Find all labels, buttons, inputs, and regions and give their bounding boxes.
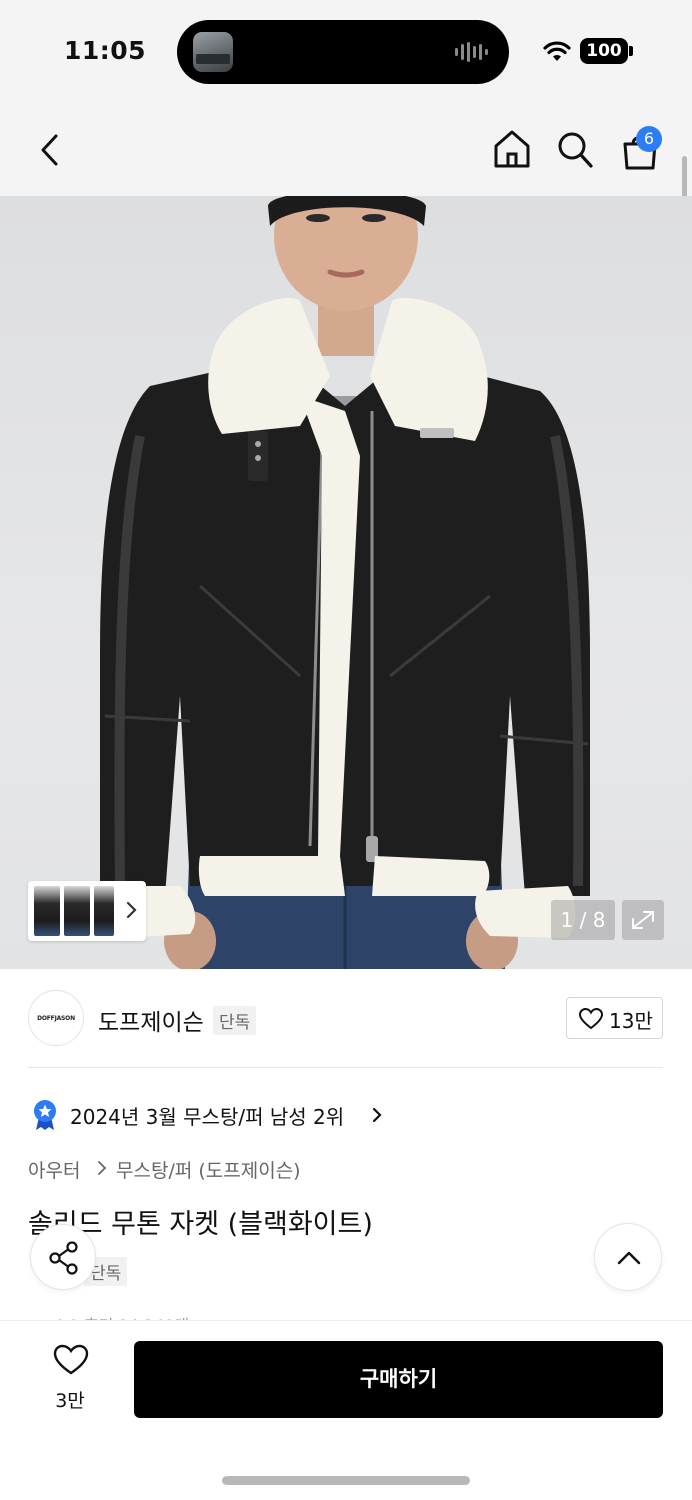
wifi-icon	[543, 41, 571, 61]
share-button[interactable]	[30, 1224, 96, 1290]
breadcrumb-category[interactable]: 아우터	[28, 1156, 80, 1183]
product-photo-illustration	[100, 196, 590, 969]
home-icon[interactable]	[492, 128, 532, 170]
nav-header	[0, 100, 692, 196]
now-playing-thumbnail	[193, 32, 233, 72]
ranking-badge-icon	[34, 1100, 56, 1130]
brand-like-count: 13만	[609, 1009, 653, 1033]
battery-indicator: 100	[580, 38, 628, 64]
scroll-to-top-button[interactable]	[594, 1223, 662, 1291]
share-icon	[49, 1241, 78, 1275]
status-bar: 11:05 100	[0, 0, 692, 100]
back-icon[interactable]	[36, 132, 64, 168]
status-time: 11:05	[64, 36, 147, 65]
chevron-right-icon[interactable]	[124, 899, 138, 921]
chevron-right-icon[interactable]	[371, 1106, 383, 1124]
divider	[28, 1067, 663, 1068]
thumbnail-1[interactable]	[34, 886, 60, 936]
buy-button[interactable]: 구매하기	[134, 1341, 663, 1418]
wishlist-count: 3만	[55, 1390, 85, 1412]
expand-icon	[632, 911, 654, 929]
brand-logo[interactable]: DOFFJASON	[28, 990, 84, 1046]
thumbnail-strip[interactable]	[28, 881, 146, 941]
expand-button[interactable]	[622, 900, 664, 940]
ranking-link[interactable]: 2024년 3월 무스탕/퍼 남성 2위	[70, 1101, 344, 1130]
image-counter: 1 / 8	[551, 900, 615, 940]
brand-like-button[interactable]: 13만	[566, 997, 663, 1039]
thumbnail-2[interactable]	[64, 886, 90, 936]
wishlist-button[interactable]: 3만	[40, 1344, 100, 1414]
cart-badge: 6	[636, 126, 662, 152]
home-indicator[interactable]	[222, 1476, 470, 1485]
heart-icon	[579, 1008, 603, 1030]
audio-wave-icon	[455, 42, 488, 62]
heart-icon	[53, 1344, 89, 1375]
chevron-up-icon	[617, 1251, 641, 1265]
exclusive-badge: 단독	[213, 1006, 257, 1035]
brand-name[interactable]: 도프제이슨	[98, 1003, 204, 1037]
search-icon[interactable]	[556, 130, 594, 170]
product-image[interactable]	[0, 196, 692, 969]
breadcrumb-subcategory[interactable]: 무스탕/퍼 (도프제이슨)	[116, 1156, 301, 1183]
chevron-right-icon	[98, 1161, 107, 1175]
battery-nub	[629, 46, 633, 56]
dynamic-island[interactable]	[177, 20, 509, 84]
thumbnail-3[interactable]	[94, 886, 114, 936]
